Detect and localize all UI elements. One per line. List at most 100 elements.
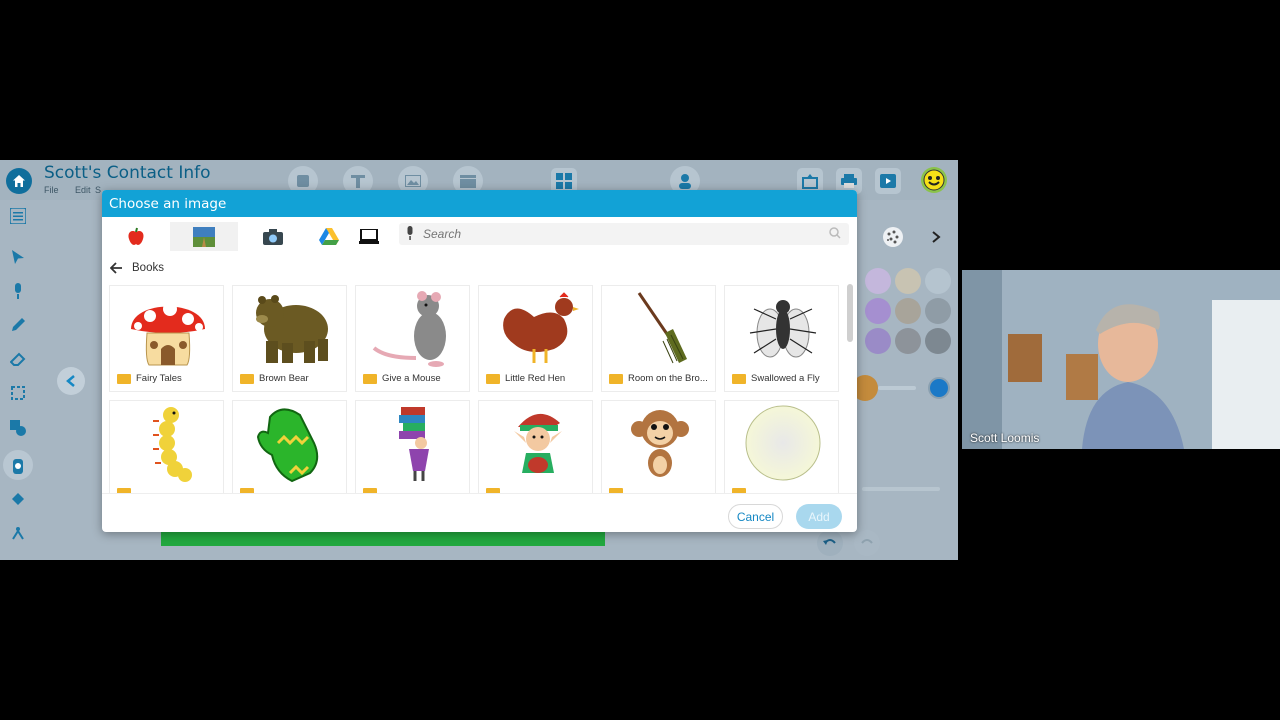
- tab-photos[interactable]: [170, 222, 238, 251]
- redo-icon: [861, 539, 873, 544]
- folder-label: Swallowed a Fly: [751, 373, 820, 384]
- search-box: [399, 223, 849, 245]
- list-icon: [10, 208, 26, 224]
- right-color-panel: [852, 220, 958, 560]
- collapse-sidebar-button[interactable]: [57, 367, 85, 395]
- more-tools[interactable]: [7, 522, 29, 544]
- breadcrumb-label: Books: [132, 262, 164, 274]
- crop-icon: [11, 386, 25, 400]
- menu-more[interactable]: S: [95, 185, 101, 195]
- color-swatch[interactable]: [865, 328, 891, 354]
- mouse-image: [356, 286, 471, 370]
- breadcrumb: Books: [110, 258, 164, 278]
- folder-card[interactable]: [109, 400, 224, 493]
- color-swatch[interactable]: [865, 268, 891, 294]
- smiley-avatar-icon: [923, 169, 945, 191]
- add-button[interactable]: Add: [796, 504, 842, 529]
- photos-icon: [193, 226, 215, 247]
- color-swatch-selected[interactable]: [895, 298, 921, 324]
- shapes-icon: [10, 420, 26, 436]
- color-swatch[interactable]: [925, 268, 951, 294]
- camera-icon: [263, 228, 283, 245]
- folder-label: Fairy Tales: [136, 373, 182, 384]
- folder-icon: [486, 373, 500, 384]
- microphone-icon[interactable]: [405, 226, 415, 241]
- folder-card[interactable]: [724, 400, 839, 493]
- folder-icon: [117, 373, 131, 384]
- folder-label: Give a Mouse: [382, 373, 441, 384]
- participant-name: Scott Loomis: [970, 431, 1040, 445]
- microphone-icon: [15, 283, 21, 299]
- present-button[interactable]: [875, 168, 901, 194]
- scroll-thumb[interactable]: [847, 284, 853, 342]
- folder-card[interactable]: [355, 400, 470, 493]
- folder-label: Little Red Hen: [505, 373, 566, 384]
- image-grid: Fairy Tales Brown Bear Give a Mouse Litt…: [108, 285, 843, 493]
- fly-image: [725, 286, 840, 370]
- pages-tool[interactable]: [7, 205, 29, 227]
- hen-image: [479, 286, 594, 370]
- grid-scrollbar[interactable]: [846, 278, 854, 493]
- pen-tool[interactable]: [7, 314, 29, 336]
- grid-icon: [556, 173, 572, 189]
- color-swatch-secondary[interactable]: [928, 377, 950, 399]
- circle-image: [725, 401, 840, 485]
- menu-edit[interactable]: Edit: [75, 185, 91, 195]
- size-slider[interactable]: [878, 386, 916, 390]
- elf-image: [479, 401, 594, 485]
- participant-video-frame: [962, 270, 1280, 449]
- image-icon: [405, 175, 421, 187]
- color-swatch[interactable]: [925, 298, 951, 324]
- cursor-icon: [12, 250, 24, 264]
- dialog-title: Choose an image: [102, 190, 857, 217]
- choose-image-dialog: Choose an image Books: [102, 190, 857, 532]
- color-swatch[interactable]: [895, 268, 921, 294]
- undo-button[interactable]: [817, 530, 843, 556]
- texture-icon[interactable]: [882, 226, 904, 248]
- search-input[interactable]: [423, 225, 823, 243]
- cancel-button[interactable]: Cancel: [728, 504, 783, 529]
- folder-card[interactable]: Little Red Hen: [478, 285, 593, 392]
- folder-card[interactable]: Fairy Tales: [109, 285, 224, 392]
- folder-card[interactable]: [478, 400, 593, 493]
- color-swatch[interactable]: [895, 328, 921, 354]
- participant-video: Scott Loomis: [962, 270, 1280, 449]
- fill-tool[interactable]: [7, 488, 29, 510]
- canvas-green-bar[interactable]: [161, 532, 605, 546]
- tab-clipart[interactable]: [102, 222, 170, 251]
- color-swatch[interactable]: [925, 328, 951, 354]
- paint-bucket-icon: [12, 493, 24, 505]
- folder-card[interactable]: Brown Bear: [232, 285, 347, 392]
- chevron-right-icon[interactable]: [931, 231, 941, 243]
- color-swatch[interactable]: [865, 298, 891, 324]
- home-button[interactable]: [6, 168, 32, 194]
- folder-card[interactable]: [601, 400, 716, 493]
- eraser-tool[interactable]: [7, 348, 29, 370]
- computer-icon: [359, 229, 379, 244]
- people-icon: [679, 174, 691, 189]
- mitten-image: [233, 401, 348, 485]
- bear-image: [233, 286, 348, 370]
- folder-card[interactable]: Room on the Bro...: [601, 285, 716, 392]
- folder-card[interactable]: Give a Mouse: [355, 285, 470, 392]
- dialog-footer: Cancel Add: [102, 493, 857, 532]
- folder-card[interactable]: [232, 400, 347, 493]
- clapper-icon: [460, 174, 476, 188]
- back-arrow-icon[interactable]: [110, 262, 123, 274]
- shapes-tool[interactable]: [7, 417, 29, 439]
- tools-icon: [12, 527, 24, 540]
- search-icon[interactable]: [829, 227, 841, 239]
- folder-card[interactable]: Swallowed a Fly: [724, 285, 839, 392]
- user-avatar[interactable]: [921, 167, 947, 193]
- crop-tool[interactable]: [7, 382, 29, 404]
- menu-file[interactable]: File: [44, 185, 59, 195]
- tab-computer[interactable]: [335, 222, 403, 251]
- select-tool[interactable]: [7, 246, 29, 268]
- opacity-slider[interactable]: [862, 487, 940, 491]
- folder-icon: [363, 373, 377, 384]
- caterpillar-image: [110, 401, 225, 485]
- sticker-tool[interactable]: [3, 450, 33, 480]
- audio-tool[interactable]: [7, 280, 29, 302]
- screen: Scott's Contact Info File Edit S Choose …: [0, 0, 1280, 720]
- redo-button[interactable]: [854, 530, 880, 556]
